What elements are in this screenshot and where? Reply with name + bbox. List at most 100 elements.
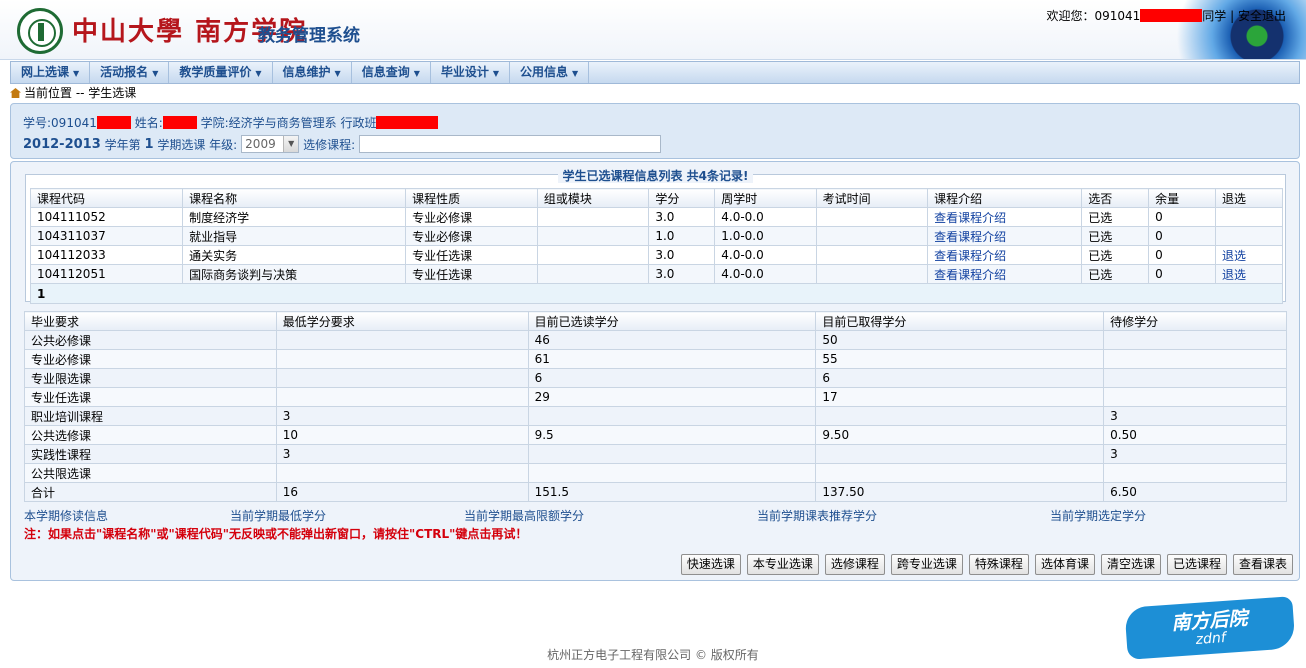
course-name-cell[interactable]: 制度经济学 bbox=[182, 207, 407, 227]
chevron-down-icon: ▼ bbox=[492, 69, 500, 78]
table-cell bbox=[527, 463, 817, 483]
course-code-cell[interactable]: 104112033 bbox=[29, 245, 184, 265]
table-cell bbox=[527, 406, 817, 426]
table-cell: 已选 bbox=[1081, 207, 1150, 227]
nav-item-1[interactable]: 活动报名 ▼ bbox=[90, 62, 170, 83]
nav-item-4[interactable]: 信息查询 ▼ bbox=[352, 62, 431, 83]
table-cell: 退选 bbox=[1215, 245, 1283, 265]
nav-item-2[interactable]: 教学质量评价 ▼ bbox=[169, 62, 273, 83]
table-cell: 6 bbox=[815, 368, 1105, 388]
course-name-cell[interactable]: 就业指导 bbox=[182, 226, 407, 246]
academic-year: 2012-2013 bbox=[23, 136, 101, 152]
table-cell: 已选 bbox=[1081, 245, 1150, 265]
selected-courses-legend: 学生已选课程信息列表 共4条记录! bbox=[26, 167, 1285, 184]
course-code-cell[interactable]: 104111052 bbox=[29, 207, 184, 227]
table-cell: 实践性课程 bbox=[24, 444, 277, 464]
nav-item-label: 毕业设计 bbox=[440, 65, 489, 79]
nav-item-label: 网上选课 bbox=[21, 65, 70, 79]
table-cell: 137.50 bbox=[815, 482, 1105, 502]
table-cell bbox=[1103, 387, 1287, 407]
drop-course-link[interactable]: 退选 bbox=[1222, 268, 1246, 282]
nav-item-label: 信息维护 bbox=[282, 65, 331, 79]
table-cell: 17 bbox=[815, 387, 1105, 407]
action-button-2[interactable]: 选修课程 bbox=[824, 554, 885, 575]
nav-item-label: 公用信息 bbox=[520, 65, 569, 79]
table-cell: 专业任选课 bbox=[24, 387, 277, 407]
term-summary: 本学期修读信息 当前学期最低学分 当前学期最高限额学分 当前学期课表推荐学分 当… bbox=[24, 507, 1287, 523]
term-row: 2012-2013 学年第 1 学期选课 年级: 2009 ▼ 选修课程: bbox=[23, 135, 662, 153]
nav-item-label: 信息查询 bbox=[361, 65, 410, 79]
redaction-mark bbox=[376, 116, 439, 129]
table-cell: 50 bbox=[815, 330, 1105, 350]
table-cell: 55 bbox=[815, 349, 1105, 369]
table-row: 104112051 国际商务谈判与决策 专业任选课 3.0 4.0-0.0 查看课程介绍 已… bbox=[29, 264, 1283, 284]
table-row: 合计 16 151.5 137.50 6.50 bbox=[24, 482, 1287, 502]
course-intro-link[interactable]: 查看课程介绍 bbox=[934, 230, 1006, 244]
chevron-down-icon: ▼ bbox=[255, 69, 262, 78]
table-cell: 公共限选课 bbox=[24, 463, 277, 483]
drop-course-link[interactable]: 退选 bbox=[1222, 249, 1246, 263]
table-cell: 查看课程介绍 bbox=[927, 264, 1083, 284]
action-button-1[interactable]: 本专业选课 bbox=[746, 554, 819, 575]
logout-link[interactable]: 安全退出 bbox=[1238, 9, 1286, 23]
table-cell bbox=[275, 387, 529, 407]
selected-courses-table: 课程代码 课程名称 课程性质 组或模块 学分 周学时 考试时间 课程介绍 选否 余量 退选 1041… bbox=[29, 188, 1283, 304]
course-code-cell[interactable]: 104311037 bbox=[29, 226, 184, 246]
table-cell: 退选 bbox=[1215, 264, 1283, 284]
table-cell: 9.5 bbox=[527, 425, 817, 445]
system-name: 教务管理系统 bbox=[258, 26, 360, 46]
course-intro-link[interactable]: 查看课程介绍 bbox=[934, 249, 1006, 263]
action-button-0[interactable]: 快速选课 bbox=[680, 554, 741, 575]
action-button-5[interactable]: 选体育课 bbox=[1034, 554, 1095, 575]
table-row: 104112033 通关实务 专业任选课 3.0 4.0-0.0 查看课程介绍 已选 0 退选 bbox=[29, 245, 1283, 265]
redaction-mark bbox=[96, 116, 131, 129]
course-intro-link[interactable]: 查看课程介绍 bbox=[934, 211, 1006, 225]
page-number[interactable]: 1 bbox=[30, 283, 1283, 304]
course-code-cell[interactable]: 104112051 bbox=[29, 264, 184, 284]
column-header: 余量 bbox=[1148, 188, 1217, 208]
nav-item-0[interactable]: 网上选课 ▼ bbox=[11, 62, 91, 83]
column-header: 组或模块 bbox=[536, 188, 650, 208]
table-cell: 职业培训课程 bbox=[24, 406, 277, 426]
table-cell bbox=[275, 368, 529, 388]
table-cell bbox=[815, 444, 1105, 464]
table-cell: 0 bbox=[1148, 226, 1217, 246]
table-cell: 3 bbox=[275, 444, 529, 464]
table-cell bbox=[815, 207, 929, 227]
action-button-4[interactable]: 特殊课程 bbox=[968, 554, 1029, 575]
table-cell: 151.5 bbox=[527, 482, 817, 502]
main-panel: 学生已选课程信息列表 共4条记录! 课程代码 课程名称 课程性质 组或模块 学分 周学时考… bbox=[10, 161, 1300, 581]
table-row: 公共选修课 10 9.5 9.50 0.50 bbox=[24, 425, 1287, 445]
table-row: 专业必修课 61 55 bbox=[24, 349, 1287, 369]
nav-item-label: 教学质量评价 bbox=[179, 65, 252, 79]
grade-select[interactable]: 2009 ▼ bbox=[241, 135, 300, 153]
course-intro-link[interactable]: 查看课程介绍 bbox=[934, 268, 1006, 282]
student-college: 学院:经济学与商务管理系 bbox=[200, 116, 337, 130]
elective-course-input[interactable] bbox=[359, 135, 662, 153]
column-header: 毕业要求 bbox=[24, 311, 277, 331]
course-name-cell[interactable]: 通关实务 bbox=[182, 245, 407, 265]
table-row: 公共限选课 bbox=[24, 463, 1287, 483]
course-name-cell[interactable]: 国际商务谈判与决策 bbox=[182, 264, 407, 284]
table-cell: 3.0 bbox=[648, 264, 716, 284]
nav-item-5[interactable]: 毕业设计 ▼ bbox=[431, 62, 511, 83]
table-row: 公共必修课 46 50 bbox=[24, 330, 1287, 350]
nav-item-label: 活动报名 bbox=[100, 65, 149, 79]
table-cell: 4.0-0.0 bbox=[714, 264, 817, 284]
table-cell bbox=[815, 463, 1105, 483]
nav-item-3[interactable]: 信息维护 ▼ bbox=[273, 62, 352, 83]
table-cell: 10 bbox=[275, 425, 529, 445]
column-header: 考试时间 bbox=[815, 188, 929, 208]
table-cell bbox=[536, 264, 650, 284]
summary-selected-credits: 当前学期选定学分 bbox=[1050, 509, 1147, 523]
action-button-6[interactable]: 清空选课 bbox=[1100, 554, 1161, 575]
redaction-mark bbox=[1140, 9, 1203, 22]
table-cell: 61 bbox=[527, 349, 817, 369]
nav-item-6[interactable]: 公用信息 ▼ bbox=[510, 62, 590, 83]
action-button-3[interactable]: 跨专业选课 bbox=[890, 554, 963, 575]
action-button-7[interactable]: 已选课程 bbox=[1166, 554, 1227, 575]
action-button-8[interactable]: 查看课表 bbox=[1232, 554, 1293, 575]
welcome-prefix: 欢迎您：091041 bbox=[1046, 9, 1141, 23]
table-cell: 专业任选课 bbox=[405, 245, 538, 265]
pager-row: 1 bbox=[30, 283, 1283, 304]
